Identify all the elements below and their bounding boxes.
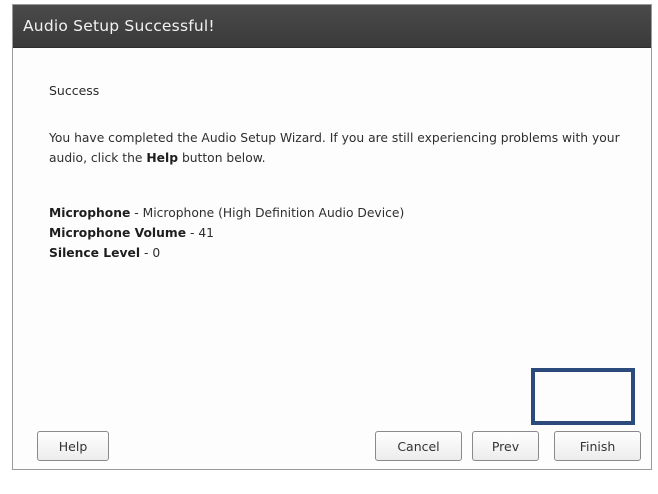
success-heading: Success bbox=[49, 83, 100, 98]
finish-button[interactable]: Finish bbox=[554, 431, 641, 461]
prev-button[interactable]: Prev bbox=[472, 431, 539, 461]
microphone-label: Microphone bbox=[49, 206, 131, 220]
silence-level-separator: - bbox=[140, 246, 153, 260]
microphone-volume-value: 41 bbox=[198, 226, 214, 240]
microphone-volume-separator: - bbox=[186, 226, 199, 240]
dialog-title: Audio Setup Successful! bbox=[23, 17, 215, 35]
microphone-row: Microphone - Microphone (High Definition… bbox=[49, 203, 404, 223]
help-button[interactable]: Help bbox=[37, 431, 109, 461]
cancel-button[interactable]: Cancel bbox=[375, 431, 462, 461]
dialog-titlebar[interactable]: Audio Setup Successful! bbox=[13, 5, 651, 48]
message-text-1: You have completed the Audio Setup Wizar… bbox=[49, 131, 620, 165]
silence-level-label: Silence Level bbox=[49, 246, 141, 260]
audio-settings-summary: Microphone - Microphone (High Definition… bbox=[49, 203, 404, 263]
success-message: You have completed the Audio Setup Wizar… bbox=[49, 128, 639, 168]
microphone-volume-label: Microphone Volume bbox=[49, 226, 187, 240]
message-text-2: button below. bbox=[178, 151, 266, 165]
microphone-value: Microphone (High Definition Audio Device… bbox=[142, 206, 405, 220]
silence-level-value: 0 bbox=[152, 246, 161, 260]
dialog-content: Success You have completed the Audio Set… bbox=[13, 48, 651, 469]
microphone-volume-row: Microphone Volume - 41 bbox=[49, 223, 404, 243]
silence-level-row: Silence Level - 0 bbox=[49, 243, 404, 263]
audio-setup-dialog: Audio Setup Successful! Success You have… bbox=[12, 4, 652, 470]
microphone-separator: - bbox=[130, 206, 143, 220]
message-help-word: Help bbox=[146, 151, 179, 165]
